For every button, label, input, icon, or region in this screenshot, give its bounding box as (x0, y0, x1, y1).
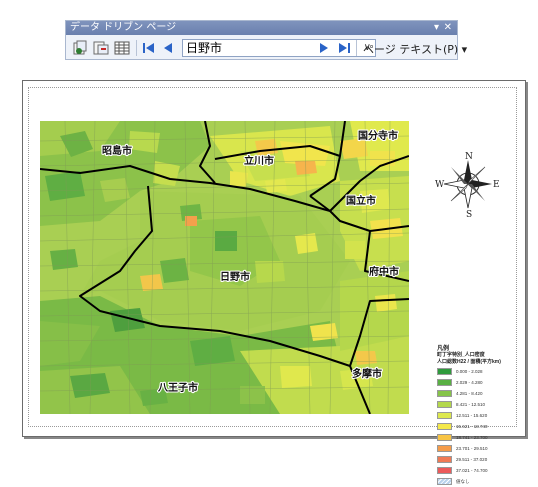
data-driven-pages-toolbar: データ ドリブン ページ ▾ ✕ 日野市 ∨ ページ テキスト(P) ▾ (65, 20, 467, 62)
city-label-tachikawa: 立川市 (244, 154, 274, 167)
map-frame[interactable]: 国分寺市 昭島市 立川市 国立市 府中市 日野市 多摩市 八王子市 (40, 121, 409, 414)
compass-w: W (435, 180, 445, 190)
legend-class-list: 0.000 - 2.028 2.029 - 4.280 4.281 - 8.420 8… (437, 367, 537, 476)
legend-label: 4.281 - 8.420 (456, 391, 483, 396)
legend-label: 0.000 - 2.028 (456, 369, 483, 374)
legend-item: 12.511 - 15.620 (437, 411, 537, 421)
legend-item: 2.029 - 4.280 (437, 378, 537, 388)
legend-label: 12.511 - 15.620 (456, 413, 488, 418)
legend-nodata-label: 値なし (456, 479, 470, 484)
choropleth-map: 国分寺市 昭島市 立川市 国立市 府中市 日野市 多摩市 八王子市 (40, 121, 409, 414)
layout-page: 国分寺市 昭島市 立川市 国立市 府中市 日野市 多摩市 八王子市 N S E … (22, 80, 526, 485)
legend-swatch (437, 456, 452, 463)
legend-item: 15.621 - 18.740 (437, 422, 537, 432)
legend-nodata-item: 値なし (437, 477, 537, 487)
legend-swatch (437, 467, 452, 474)
legend-field-formula: 人口総数H22 / 面積(平方km) (437, 359, 501, 365)
legend-swatch (437, 434, 452, 441)
legend-item: 29.511 - 37.020 (437, 455, 537, 465)
toolbar-options-icon[interactable]: ▾ (434, 21, 439, 35)
page-text-label: ページ テキスト(P) (363, 43, 459, 56)
legend-label: 8.421 - 12.510 (456, 402, 486, 407)
legend-swatch (437, 423, 452, 430)
legend-item: 23.701 - 29.510 (437, 444, 537, 454)
legend: 凡例 町丁字特別_人口密度 人口総数H22 / 面積(平方km) 0.000 -… (437, 343, 537, 487)
legend-label: 15.621 - 18.740 (456, 424, 488, 429)
legend-item: 37.021 - 74.700 (437, 466, 537, 476)
legend-item: 18.741 - 23.700 (437, 433, 537, 443)
close-icon[interactable]: ✕ (444, 21, 452, 35)
legend-item: 0.000 - 2.028 (437, 367, 537, 377)
refresh-pages-icon[interactable] (72, 40, 88, 56)
city-label-hachioji: 八王子市 (157, 381, 198, 394)
legend-title: 凡例 (437, 346, 450, 352)
next-page-icon[interactable] (318, 39, 330, 62)
first-page-icon[interactable] (142, 39, 156, 62)
legend-nodata-swatch (437, 478, 452, 485)
toolbar-separator (356, 40, 357, 56)
legend-item: 8.421 - 12.510 (437, 400, 537, 410)
toolbar-title: データ ドリブン ページ (70, 22, 177, 33)
city-label-tama: 多摩市 (352, 367, 382, 380)
legend-item: 4.281 - 8.420 (437, 389, 537, 399)
toolbar-titlebar: データ ドリブン ページ ▾ ✕ (66, 21, 457, 35)
legend-label: 29.511 - 37.020 (456, 457, 488, 462)
legend-swatch (437, 390, 452, 397)
north-arrow-icon: N S E W (435, 152, 500, 217)
city-label-hino: 日野市 (220, 270, 250, 283)
city-label-akishima: 昭島市 (102, 144, 132, 157)
previous-page-icon[interactable] (162, 39, 174, 62)
city-label-fuchu: 府中市 (369, 265, 399, 278)
legend-swatch (437, 368, 452, 375)
compass-e: E (493, 180, 500, 190)
page-select-value: 日野市 (186, 41, 223, 55)
legend-label: 2.029 - 4.280 (456, 380, 483, 385)
city-label-kunitachi: 国立市 (346, 194, 376, 207)
toolbar-separator (136, 40, 137, 56)
legend-swatch (437, 401, 452, 408)
attribute-table-icon[interactable] (114, 40, 130, 56)
compass-n: N (465, 152, 473, 162)
setup-pages-icon[interactable] (93, 40, 109, 56)
compass-s: S (466, 210, 472, 217)
legend-swatch (437, 379, 452, 386)
legend-label: 23.701 - 29.510 (456, 446, 488, 451)
page-text-menu[interactable]: ページ テキスト(P) ▾ (363, 41, 467, 57)
last-page-icon[interactable] (337, 39, 351, 62)
legend-swatch (437, 412, 452, 419)
legend-label: 37.021 - 74.700 (456, 468, 488, 473)
legend-field-name: 町丁字特別_人口密度 (437, 352, 485, 358)
city-label-kokubunji: 国分寺市 (358, 129, 398, 142)
legend-label: 18.741 - 23.700 (456, 435, 488, 440)
